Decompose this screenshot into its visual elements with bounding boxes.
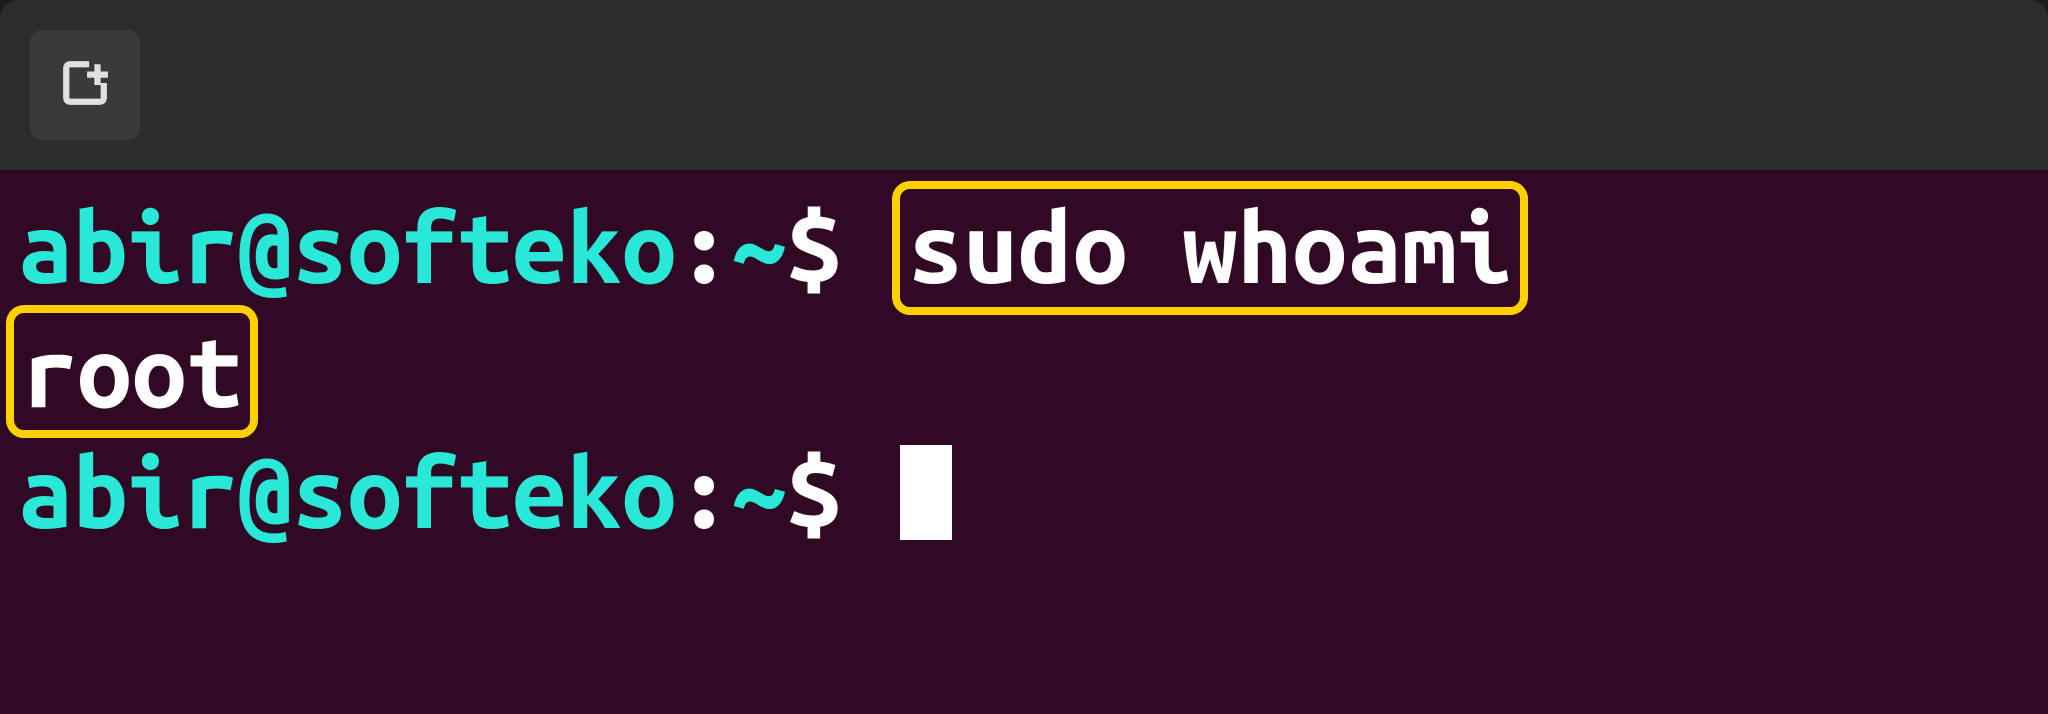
command-text: sudo whoami [908, 192, 1512, 302]
terminal-tab-bar [0, 0, 2048, 170]
output-text: root [22, 316, 242, 426]
terminal-line-3: abir@softeko:~$ [18, 434, 2030, 552]
terminal-line-1: abir@softeko:~$ sudo whoami [18, 185, 2030, 311]
prompt-user-host: abir@softeko [18, 189, 677, 307]
output-highlight: root [6, 305, 258, 439]
new-tab-icon [60, 58, 110, 112]
spacer [841, 189, 896, 307]
prompt-separator: : [677, 189, 732, 307]
prompt-path: ~ [731, 434, 786, 552]
prompt-user-host: abir@softeko [18, 434, 677, 552]
terminal-line-2: root [18, 311, 2030, 435]
terminal-cursor [900, 445, 952, 540]
prompt-symbol: $ [786, 189, 841, 307]
spacer [841, 434, 896, 552]
prompt-path: ~ [731, 189, 786, 307]
new-tab-button[interactable] [30, 30, 140, 140]
prompt-symbol: $ [786, 434, 841, 552]
terminal-body[interactable]: abir@softeko:~$ sudo whoami root abir@so… [0, 170, 2048, 714]
command-highlight: sudo whoami [892, 181, 1528, 315]
prompt-separator: : [677, 434, 732, 552]
